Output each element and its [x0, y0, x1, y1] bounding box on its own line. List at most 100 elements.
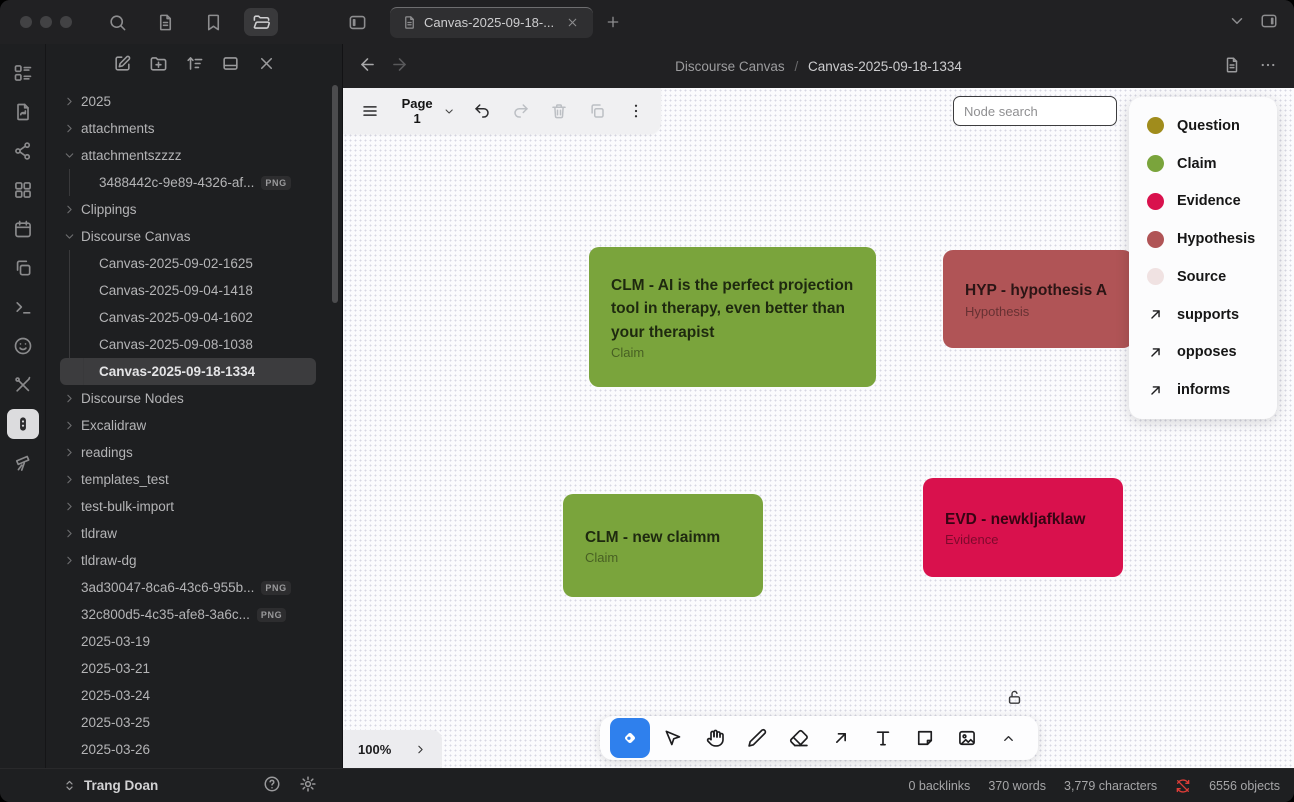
- canvas-node[interactable]: HYP - hypothesis AHypothesis: [943, 250, 1133, 348]
- lock-open-icon[interactable]: [1006, 689, 1023, 706]
- file-explorer-button[interactable]: [244, 8, 278, 36]
- view-mode-button[interactable]: [1223, 56, 1241, 77]
- canvas-menu-button[interactable]: [355, 95, 385, 127]
- legend-relation[interactable]: opposes: [1129, 337, 1277, 367]
- ribbon-tools-button[interactable]: [7, 370, 39, 400]
- tree-item[interactable]: Discourse Nodes: [46, 385, 342, 412]
- page-select-button[interactable]: Page 1: [393, 96, 459, 126]
- redo-button[interactable]: [506, 95, 536, 127]
- tree-item[interactable]: attachmentszzzz: [46, 142, 342, 169]
- text-tool[interactable]: [864, 718, 902, 758]
- traffic-lights[interactable]: [20, 16, 72, 28]
- more-options-button[interactable]: [1259, 56, 1277, 77]
- tree-item[interactable]: 2025-03-24: [46, 682, 342, 709]
- tree-item[interactable]: Canvas-2025-09-18-1334: [60, 358, 316, 385]
- tree-item[interactable]: readings: [46, 439, 342, 466]
- canvas-viewport[interactable]: Page 1 Question Claim Evidence Hypothesis So…: [343, 88, 1294, 768]
- zoom-window-button[interactable]: [60, 16, 72, 28]
- duplicate-button[interactable]: [582, 95, 612, 127]
- tree-item[interactable]: 2025: [46, 88, 342, 115]
- tree-item[interactable]: Canvas-2025-09-04-1418: [46, 277, 342, 304]
- quick-search-button[interactable]: [100, 8, 134, 36]
- delete-button[interactable]: [544, 95, 574, 127]
- tree-item[interactable]: 32c800d5-4c35-afe8-3a6c...PNG: [46, 601, 342, 628]
- legend-node-type[interactable]: Source: [1129, 262, 1277, 292]
- settings-button[interactable]: [299, 775, 317, 796]
- note-tool[interactable]: [906, 718, 944, 758]
- tab-list-button[interactable]: [1228, 12, 1246, 33]
- tree-item[interactable]: 3488442c-9e89-4326-af...PNG: [46, 169, 342, 196]
- sync-off-icon[interactable]: [1175, 778, 1191, 794]
- status-backlinks[interactable]: 0 backlinks: [908, 779, 970, 793]
- ribbon-file-sync-button[interactable]: [7, 97, 39, 127]
- tree-item[interactable]: 3ad30047-8ca6-43c6-955b...PNG: [46, 574, 342, 601]
- sort-order-button[interactable]: [185, 54, 204, 76]
- tab-close-button[interactable]: [561, 12, 583, 34]
- tree-item[interactable]: Canvas-2025-09-04-1602: [46, 304, 342, 331]
- tree-item[interactable]: Canvas-2025-09-02-1625: [46, 250, 342, 277]
- tree-item[interactable]: tldraw: [46, 520, 342, 547]
- zoom-widget[interactable]: 100%: [343, 730, 442, 768]
- ribbon-layout-list-button[interactable]: [7, 58, 39, 88]
- legend-node-type[interactable]: Hypothesis: [1129, 224, 1277, 254]
- canvas-node[interactable]: EVD - newkljafklawEvidence: [923, 478, 1123, 577]
- new-folder-button[interactable]: [149, 54, 168, 76]
- tab-canvas[interactable]: Canvas-2025-09-18-...: [390, 7, 593, 38]
- minimize-window-button[interactable]: [40, 16, 52, 28]
- node-search-input[interactable]: [953, 96, 1117, 126]
- tree-item[interactable]: templates_test: [46, 466, 342, 493]
- scrollbar-thumb[interactable]: [332, 85, 338, 303]
- ribbon-bot-button[interactable]: [7, 409, 39, 439]
- tree-item[interactable]: tldraw-dg: [46, 547, 342, 574]
- ribbon-duplicate-button[interactable]: [7, 253, 39, 283]
- help-button[interactable]: [263, 775, 281, 796]
- toggle-right-sidebar-button[interactable]: [1260, 12, 1278, 33]
- ribbon-telescope-button[interactable]: [7, 448, 39, 478]
- ribbon-canvas-grid-button[interactable]: [7, 175, 39, 205]
- nav-back-button[interactable]: [358, 55, 377, 77]
- vault-switcher[interactable]: Trang Doan: [0, 775, 343, 796]
- toolbar-more-button[interactable]: [621, 95, 651, 127]
- discourse-node-tool[interactable]: [610, 718, 650, 758]
- close-window-button[interactable]: [20, 16, 32, 28]
- tree-item[interactable]: Canvas-2025-09-08-1038: [46, 331, 342, 358]
- select-tool[interactable]: [654, 718, 692, 758]
- collapse-all-button[interactable]: [257, 54, 276, 76]
- draw-tool[interactable]: [738, 718, 776, 758]
- ribbon-graph-view-button[interactable]: [7, 136, 39, 166]
- tree-item[interactable]: Discourse Canvas: [46, 223, 342, 250]
- bookmarks-button[interactable]: [196, 8, 230, 36]
- tree-item[interactable]: 2025-03-19: [46, 628, 342, 655]
- more-tools[interactable]: [990, 718, 1028, 758]
- new-note-button[interactable]: [113, 54, 132, 76]
- legend-node-type[interactable]: Question: [1129, 111, 1277, 141]
- undo-button[interactable]: [467, 95, 497, 127]
- hand-tool[interactable]: [696, 718, 734, 758]
- tree-item[interactable]: 2025-03-25: [46, 709, 342, 736]
- legend-node-type[interactable]: Claim: [1129, 149, 1277, 179]
- status-objects[interactable]: 6556 objects: [1209, 779, 1280, 793]
- tree-item[interactable]: attachments: [46, 115, 342, 142]
- tree-item[interactable]: Clippings: [46, 196, 342, 223]
- legend-relation[interactable]: supports: [1129, 300, 1277, 330]
- nav-forward-button[interactable]: [390, 55, 409, 77]
- toggle-left-sidebar-button[interactable]: [340, 8, 374, 36]
- arrow-tool[interactable]: [822, 718, 860, 758]
- tree-item[interactable]: Excalidraw: [46, 412, 342, 439]
- ribbon-terminal-button[interactable]: [7, 292, 39, 322]
- layout-button[interactable]: [221, 54, 240, 76]
- new-tab-button[interactable]: [599, 8, 627, 36]
- tree-item[interactable]: test-bulk-import: [46, 493, 342, 520]
- ribbon-daily-note-button[interactable]: [7, 214, 39, 244]
- canvas-node[interactable]: CLM - AI is the perfect projection tool …: [589, 247, 876, 387]
- note-view-button[interactable]: [148, 8, 182, 36]
- ribbon-slides-button[interactable]: [7, 331, 39, 361]
- eraser-tool[interactable]: [780, 718, 818, 758]
- asset-tool[interactable]: [948, 718, 986, 758]
- tree-item[interactable]: 2025-03-26: [46, 736, 342, 763]
- canvas-node[interactable]: CLM - new claimmClaim: [563, 494, 763, 597]
- breadcrumb-parent[interactable]: Discourse Canvas: [675, 59, 785, 74]
- tree-item[interactable]: 2025-03-21: [46, 655, 342, 682]
- legend-relation[interactable]: informs: [1129, 375, 1277, 405]
- legend-node-type[interactable]: Evidence: [1129, 186, 1277, 216]
